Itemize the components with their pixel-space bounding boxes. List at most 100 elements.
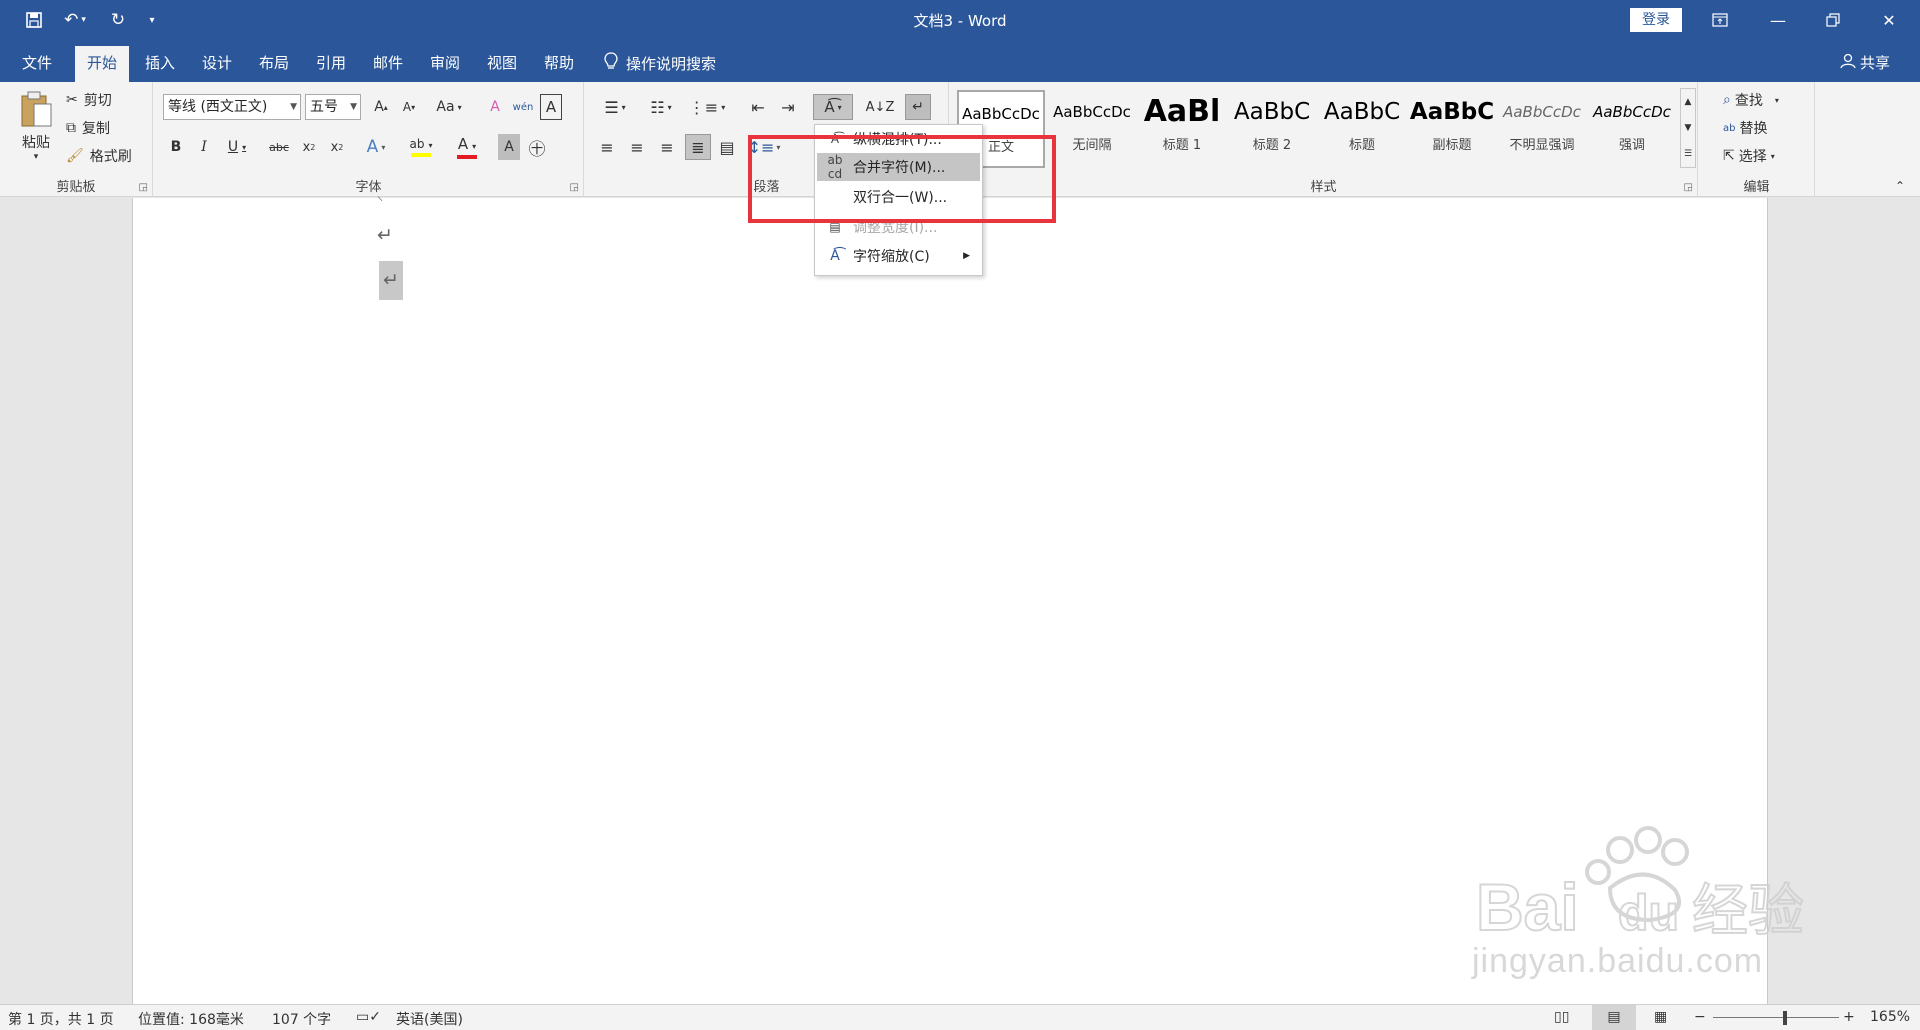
minimize-icon[interactable]: —: [1755, 0, 1801, 40]
shrink-font-icon[interactable]: A ▾: [398, 94, 420, 120]
zoom-slider[interactable]: [1713, 1017, 1839, 1018]
font-launcher-icon[interactable]: ◲: [570, 182, 579, 193]
style-subtle-emphasis[interactable]: AaBbCcDc 不明显强调: [1498, 90, 1586, 168]
justify-icon[interactable]: ≣: [685, 134, 711, 160]
chevron-down-icon[interactable]: ▼: [1685, 123, 1692, 133]
grow-font-icon[interactable]: A ▴: [370, 94, 392, 120]
increase-indent-icon[interactable]: ⇥: [775, 94, 801, 120]
style-name: 标题 1: [1162, 138, 1202, 153]
read-mode-icon[interactable]: ▯▯: [1554, 1009, 1569, 1025]
tab-layout[interactable]: 布局: [247, 46, 301, 82]
strikethrough-icon[interactable]: abc: [266, 134, 292, 160]
tell-me-label: 操作说明搜索: [626, 54, 717, 73]
align-center-icon[interactable]: ≡: [625, 134, 649, 160]
subscript-icon[interactable]: x2: [297, 134, 321, 160]
bold-icon[interactable]: B: [164, 134, 188, 160]
web-layout-icon[interactable]: ▦: [1654, 1009, 1667, 1025]
word-count[interactable]: 107 个字: [272, 1009, 331, 1029]
share-button[interactable]: 共享: [1840, 52, 1890, 73]
tab-view[interactable]: 视图: [475, 46, 529, 82]
tab-references[interactable]: 引用: [304, 46, 358, 82]
tab-design[interactable]: 设计: [190, 46, 244, 82]
style-subtitle[interactable]: AaBbC 副标题: [1408, 90, 1496, 168]
numbering-icon[interactable]: ☷ ▾: [641, 94, 681, 120]
font-family-combo[interactable]: 等线 (西文正文) ▼: [163, 94, 301, 120]
paste-button[interactable]: 粘贴 ▾: [14, 88, 58, 164]
style-heading-2[interactable]: AaBbC 标题 2: [1228, 90, 1316, 168]
print-layout-icon[interactable]: ▤: [1592, 1005, 1636, 1030]
italic-icon[interactable]: I: [192, 134, 216, 160]
tab-mailings[interactable]: 邮件: [361, 46, 415, 82]
tab-review[interactable]: 审阅: [418, 46, 472, 82]
clear-formatting-icon[interactable]: A: [484, 94, 506, 120]
chevron-up-icon[interactable]: ▲: [1685, 97, 1692, 107]
replace-button[interactable]: ab 替换: [1723, 116, 1767, 140]
format-painter-button[interactable]: 🖌 格式刷: [66, 144, 132, 168]
style-no-spacing[interactable]: AaBbCcDc 无间隔: [1048, 90, 1136, 168]
copy-button[interactable]: ⧉ 复制: [66, 116, 110, 140]
annotation-highlight-box: [748, 135, 1056, 223]
asian-layout-icon[interactable]: A͡ ▾: [813, 94, 853, 120]
proofing-icon[interactable]: ▭✓: [356, 1009, 381, 1025]
tab-help[interactable]: 帮助: [532, 46, 586, 82]
svg-text:经验: 经验: [1692, 879, 1804, 944]
collapse-ribbon-icon[interactable]: ⌃: [1892, 178, 1908, 194]
font-group: 等线 (西文正文) ▼ 五号 ▼ A ▴ A ▾ Aa ▾ A wén A B I U ▾ …: [154, 82, 584, 197]
tab-insert[interactable]: 插入: [133, 46, 187, 82]
close-icon[interactable]: ✕: [1866, 0, 1912, 40]
align-right-icon[interactable]: ≡: [655, 134, 679, 160]
change-case-icon[interactable]: Aa ▾: [432, 94, 466, 120]
sort-icon[interactable]: A↓Z: [866, 94, 895, 120]
tab-home[interactable]: 开始: [75, 46, 130, 82]
zoom-out-icon[interactable]: −: [1694, 1009, 1706, 1025]
styles-launcher-icon[interactable]: ◲: [1684, 182, 1693, 193]
more-styles-icon[interactable]: ☰: [1684, 149, 1692, 159]
cut-button[interactable]: ✂ 剪切: [66, 88, 112, 112]
zoom-slider-thumb[interactable]: [1783, 1011, 1787, 1025]
text-effects-icon[interactable]: A ▾: [359, 134, 393, 160]
style-emphasis[interactable]: AaBbCcDc 强调: [1588, 90, 1676, 168]
style-heading-1[interactable]: AaBl 标题 1: [1138, 90, 1226, 168]
styles-scroll-control[interactable]: ▲ ▼ ☰: [1680, 88, 1696, 168]
find-button[interactable]: ⌕ 查找 ▾: [1723, 88, 1779, 112]
cut-label: 剪切: [83, 93, 112, 109]
clipboard-launcher-icon[interactable]: ◲: [139, 182, 148, 193]
enclose-characters-icon[interactable]: ㊉: [524, 134, 550, 160]
character-border-icon[interactable]: A: [540, 94, 562, 120]
font-color-icon[interactable]: A ▾: [448, 134, 486, 160]
copy-label: 复制: [82, 121, 110, 137]
position-value[interactable]: 位置值: 168毫米: [138, 1009, 244, 1029]
character-shading-icon[interactable]: A: [498, 134, 520, 160]
multilevel-list-icon[interactable]: ⋮≡ ▾: [687, 94, 727, 120]
superscript-icon[interactable]: x2: [325, 134, 349, 160]
paste-dropdown-icon[interactable]: ▾: [34, 152, 39, 162]
tab-file[interactable]: 文件: [10, 46, 64, 82]
page-count[interactable]: 第 1 页，共 1 页: [8, 1009, 114, 1029]
phonetic-guide-icon[interactable]: wén: [512, 94, 534, 120]
style-title[interactable]: AaBbC 标题: [1318, 90, 1406, 168]
copy-icon: ⧉: [66, 120, 76, 136]
language[interactable]: 英语(美国): [396, 1009, 463, 1029]
show-marks-icon[interactable]: ↵: [905, 94, 931, 120]
decrease-indent-icon[interactable]: ⇤: [745, 94, 771, 120]
replace-label: 替换: [1739, 121, 1768, 137]
zoom-level[interactable]: 165%: [1870, 1009, 1910, 1025]
font-size-combo[interactable]: 五号 ▼: [305, 94, 361, 120]
text-highlight-icon[interactable]: ab ▾: [401, 134, 441, 160]
login-button[interactable]: 登录: [1630, 8, 1682, 32]
ribbon-display-options-icon[interactable]: [1697, 0, 1743, 40]
align-left-icon[interactable]: ≡: [595, 134, 619, 160]
menu-item-character-scaling[interactable]: A͡ 字符缩放(C) ▶: [817, 242, 980, 270]
zoom-in-icon[interactable]: +: [1843, 1009, 1855, 1025]
select-button[interactable]: ⇱ 选择 ▾: [1723, 144, 1775, 168]
distributed-icon[interactable]: ▤: [715, 134, 739, 160]
restore-icon[interactable]: [1810, 0, 1856, 40]
style-name: 不明显强调: [1509, 138, 1575, 153]
style-name: 标题: [1348, 138, 1375, 153]
tell-me-search[interactable]: 操作说明搜索: [604, 52, 716, 74]
select-label: 选择: [1738, 149, 1767, 165]
editing-group-label: 编辑: [1743, 180, 1770, 195]
bullets-icon[interactable]: ☰ ▾: [595, 94, 635, 120]
baidu-jingyan-watermark: Bai du 经验 jingyan.baidu.com: [1470, 820, 1830, 990]
underline-icon[interactable]: U ▾: [220, 134, 254, 160]
